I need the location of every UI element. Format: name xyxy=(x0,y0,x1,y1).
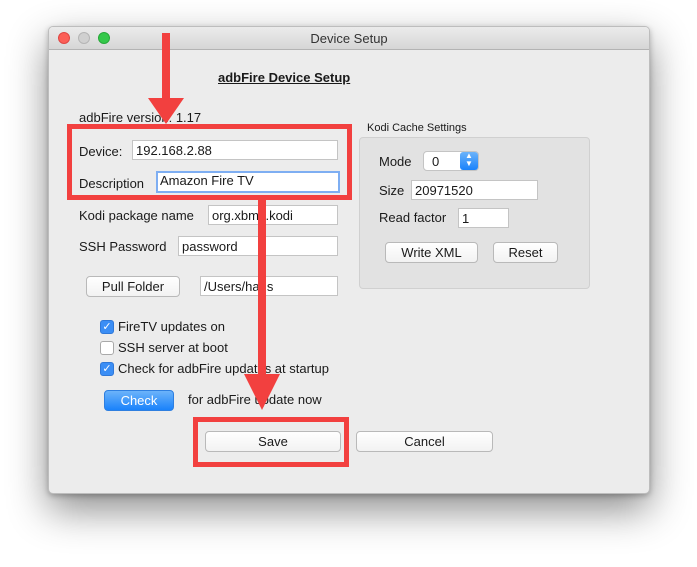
setup-heading: adbFire Device Setup xyxy=(218,70,351,85)
check-now-button[interactable]: Check xyxy=(104,390,174,411)
cache-group-title: Kodi Cache Settings xyxy=(367,122,467,134)
annotation-save-box xyxy=(193,417,349,467)
annotation-arrow-down-icon xyxy=(148,98,184,124)
reset-button[interactable]: Reset xyxy=(493,242,558,263)
mode-select[interactable]: 0 ▲ ▼ xyxy=(423,151,479,171)
annotation-arrow-down-icon xyxy=(244,374,280,410)
cancel-button[interactable]: Cancel xyxy=(356,431,493,452)
pull-folder-button[interactable]: Pull Folder xyxy=(86,276,180,297)
checkmark-icon: ✓ xyxy=(102,321,112,333)
device-setup-window: Device Setup adbFire Device Setup adbFir… xyxy=(48,26,650,494)
mode-label: Mode xyxy=(379,154,412,169)
updown-arrows-icon: ▲ ▼ xyxy=(460,152,478,170)
title-bar: Device Setup xyxy=(49,27,649,50)
kodi-package-label: Kodi package name xyxy=(79,208,194,223)
ssh-server-checkbox[interactable] xyxy=(100,341,114,355)
write-xml-button[interactable]: Write XML xyxy=(385,242,478,263)
kodi-package-field[interactable]: org.xbmc.kodi xyxy=(208,205,338,225)
check-updates-checkbox[interactable]: ✓ xyxy=(100,362,114,376)
check-updates-label: Check for adbFire updates at startup xyxy=(118,361,330,376)
annotation-arrow-shaft-middle xyxy=(258,198,266,378)
annotation-arrow-shaft-top xyxy=(162,33,170,103)
read-factor-field[interactable]: 1 xyxy=(458,208,509,228)
annotation-device-box xyxy=(67,124,352,200)
window-title: Device Setup xyxy=(310,31,388,46)
checkmark-icon: ✓ xyxy=(102,363,112,375)
size-label: Size xyxy=(379,183,405,198)
firetv-updates-checkbox[interactable]: ✓ xyxy=(100,320,114,334)
mode-value: 0 xyxy=(432,154,440,169)
ssh-server-label: SSH server at boot xyxy=(118,340,228,355)
cache-settings-group: Mode 0 ▲ ▼ Size 20971520 Read factor 1 Wr… xyxy=(359,137,590,289)
firetv-updates-label: FireTV updates on xyxy=(118,319,225,334)
pull-folder-path-field[interactable]: /Users/hans xyxy=(200,276,338,296)
read-factor-label: Read factor xyxy=(379,210,447,225)
size-field[interactable]: 20971520 xyxy=(411,180,538,200)
ssh-password-label: SSH Password xyxy=(79,239,167,254)
